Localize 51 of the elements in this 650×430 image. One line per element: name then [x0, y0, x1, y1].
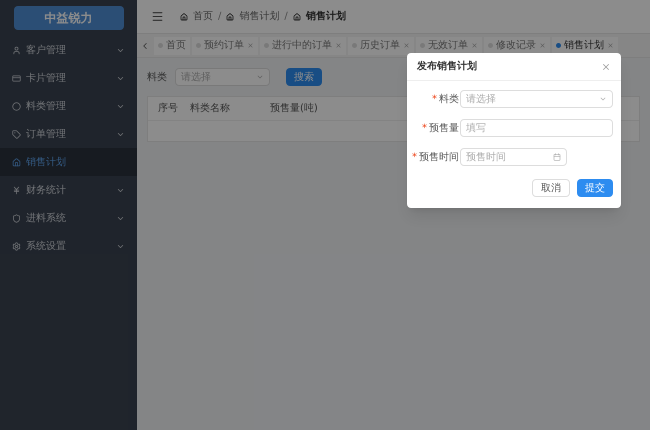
sidebar-item[interactable]: 进料系统 — [0, 204, 137, 232]
sidebar-item[interactable]: 系统设置 — [0, 232, 137, 260]
breadcrumb-item[interactable]: 首页 — [193, 9, 213, 24]
logo: 中益锐力 — [14, 6, 124, 30]
chevron-icon — [599, 95, 607, 103]
breadcrumb-separator: / — [284, 10, 288, 24]
close-icon[interactable] — [539, 42, 546, 49]
date-field[interactable]: 预售时间 — [460, 148, 567, 166]
submit-button[interactable]: 提交 — [577, 179, 613, 197]
sidebar-item[interactable]: 卡片管理 — [0, 64, 137, 92]
tab[interactable]: 进行中的订单 — [260, 36, 346, 54]
tab[interactable]: 历史订单 — [348, 36, 414, 54]
breadcrumb-item: 销售计划 — [306, 10, 346, 24]
breadcrumb-item[interactable]: 销售计划 — [239, 9, 280, 24]
sidebar-item[interactable]: 财务统计 — [0, 176, 137, 204]
cancel-button[interactable]: 取消 — [532, 179, 570, 197]
home-icon — [292, 12, 301, 20]
field-label: 预售时间 — [419, 150, 459, 164]
close-icon[interactable] — [403, 42, 410, 49]
tab[interactable]: 修改记录 — [484, 36, 550, 54]
required-mark: * — [432, 92, 437, 106]
input-field[interactable]: 填写 — [460, 119, 613, 137]
column-header: 料类名称 — [190, 102, 231, 116]
field-label: 预售量 — [429, 122, 459, 136]
close-icon[interactable] — [601, 62, 611, 72]
tab[interactable]: 无效订单 — [416, 36, 482, 54]
calendar-icon — [553, 153, 561, 161]
close-icon[interactable] — [335, 42, 342, 49]
search-button[interactable]: 搜索 — [286, 68, 322, 86]
tab[interactable]: 首页 — [154, 36, 190, 54]
close-icon[interactable] — [247, 42, 254, 49]
close-icon[interactable] — [607, 42, 614, 49]
filter-label: 料类 — [147, 70, 167, 84]
required-mark: * — [422, 122, 427, 136]
select-field[interactable]: 请选择 — [460, 90, 613, 108]
sidebar-item[interactable]: 订单管理 — [0, 120, 137, 148]
breadcrumb-separator: / — [218, 10, 222, 24]
field-label: 料类 — [439, 92, 459, 106]
sidebar-item[interactable]: 料类管理 — [0, 92, 137, 120]
sidebar-item[interactable]: 客户管理 — [0, 36, 137, 64]
required-mark: * — [412, 150, 417, 164]
home-icon — [226, 12, 234, 20]
chevron-icon — [256, 73, 264, 81]
tab[interactable]: 预约订单 — [192, 36, 258, 54]
sidebar-item[interactable]: 销售计划 — [0, 148, 137, 176]
column-header: 序号 — [158, 102, 179, 116]
home-icon — [180, 12, 188, 20]
column-header: 预售量(吨) — [270, 102, 319, 116]
close-icon[interactable] — [471, 42, 478, 49]
tab[interactable]: 销售计划 — [552, 36, 618, 54]
dialog-title: 发布销售计划 — [417, 60, 478, 74]
